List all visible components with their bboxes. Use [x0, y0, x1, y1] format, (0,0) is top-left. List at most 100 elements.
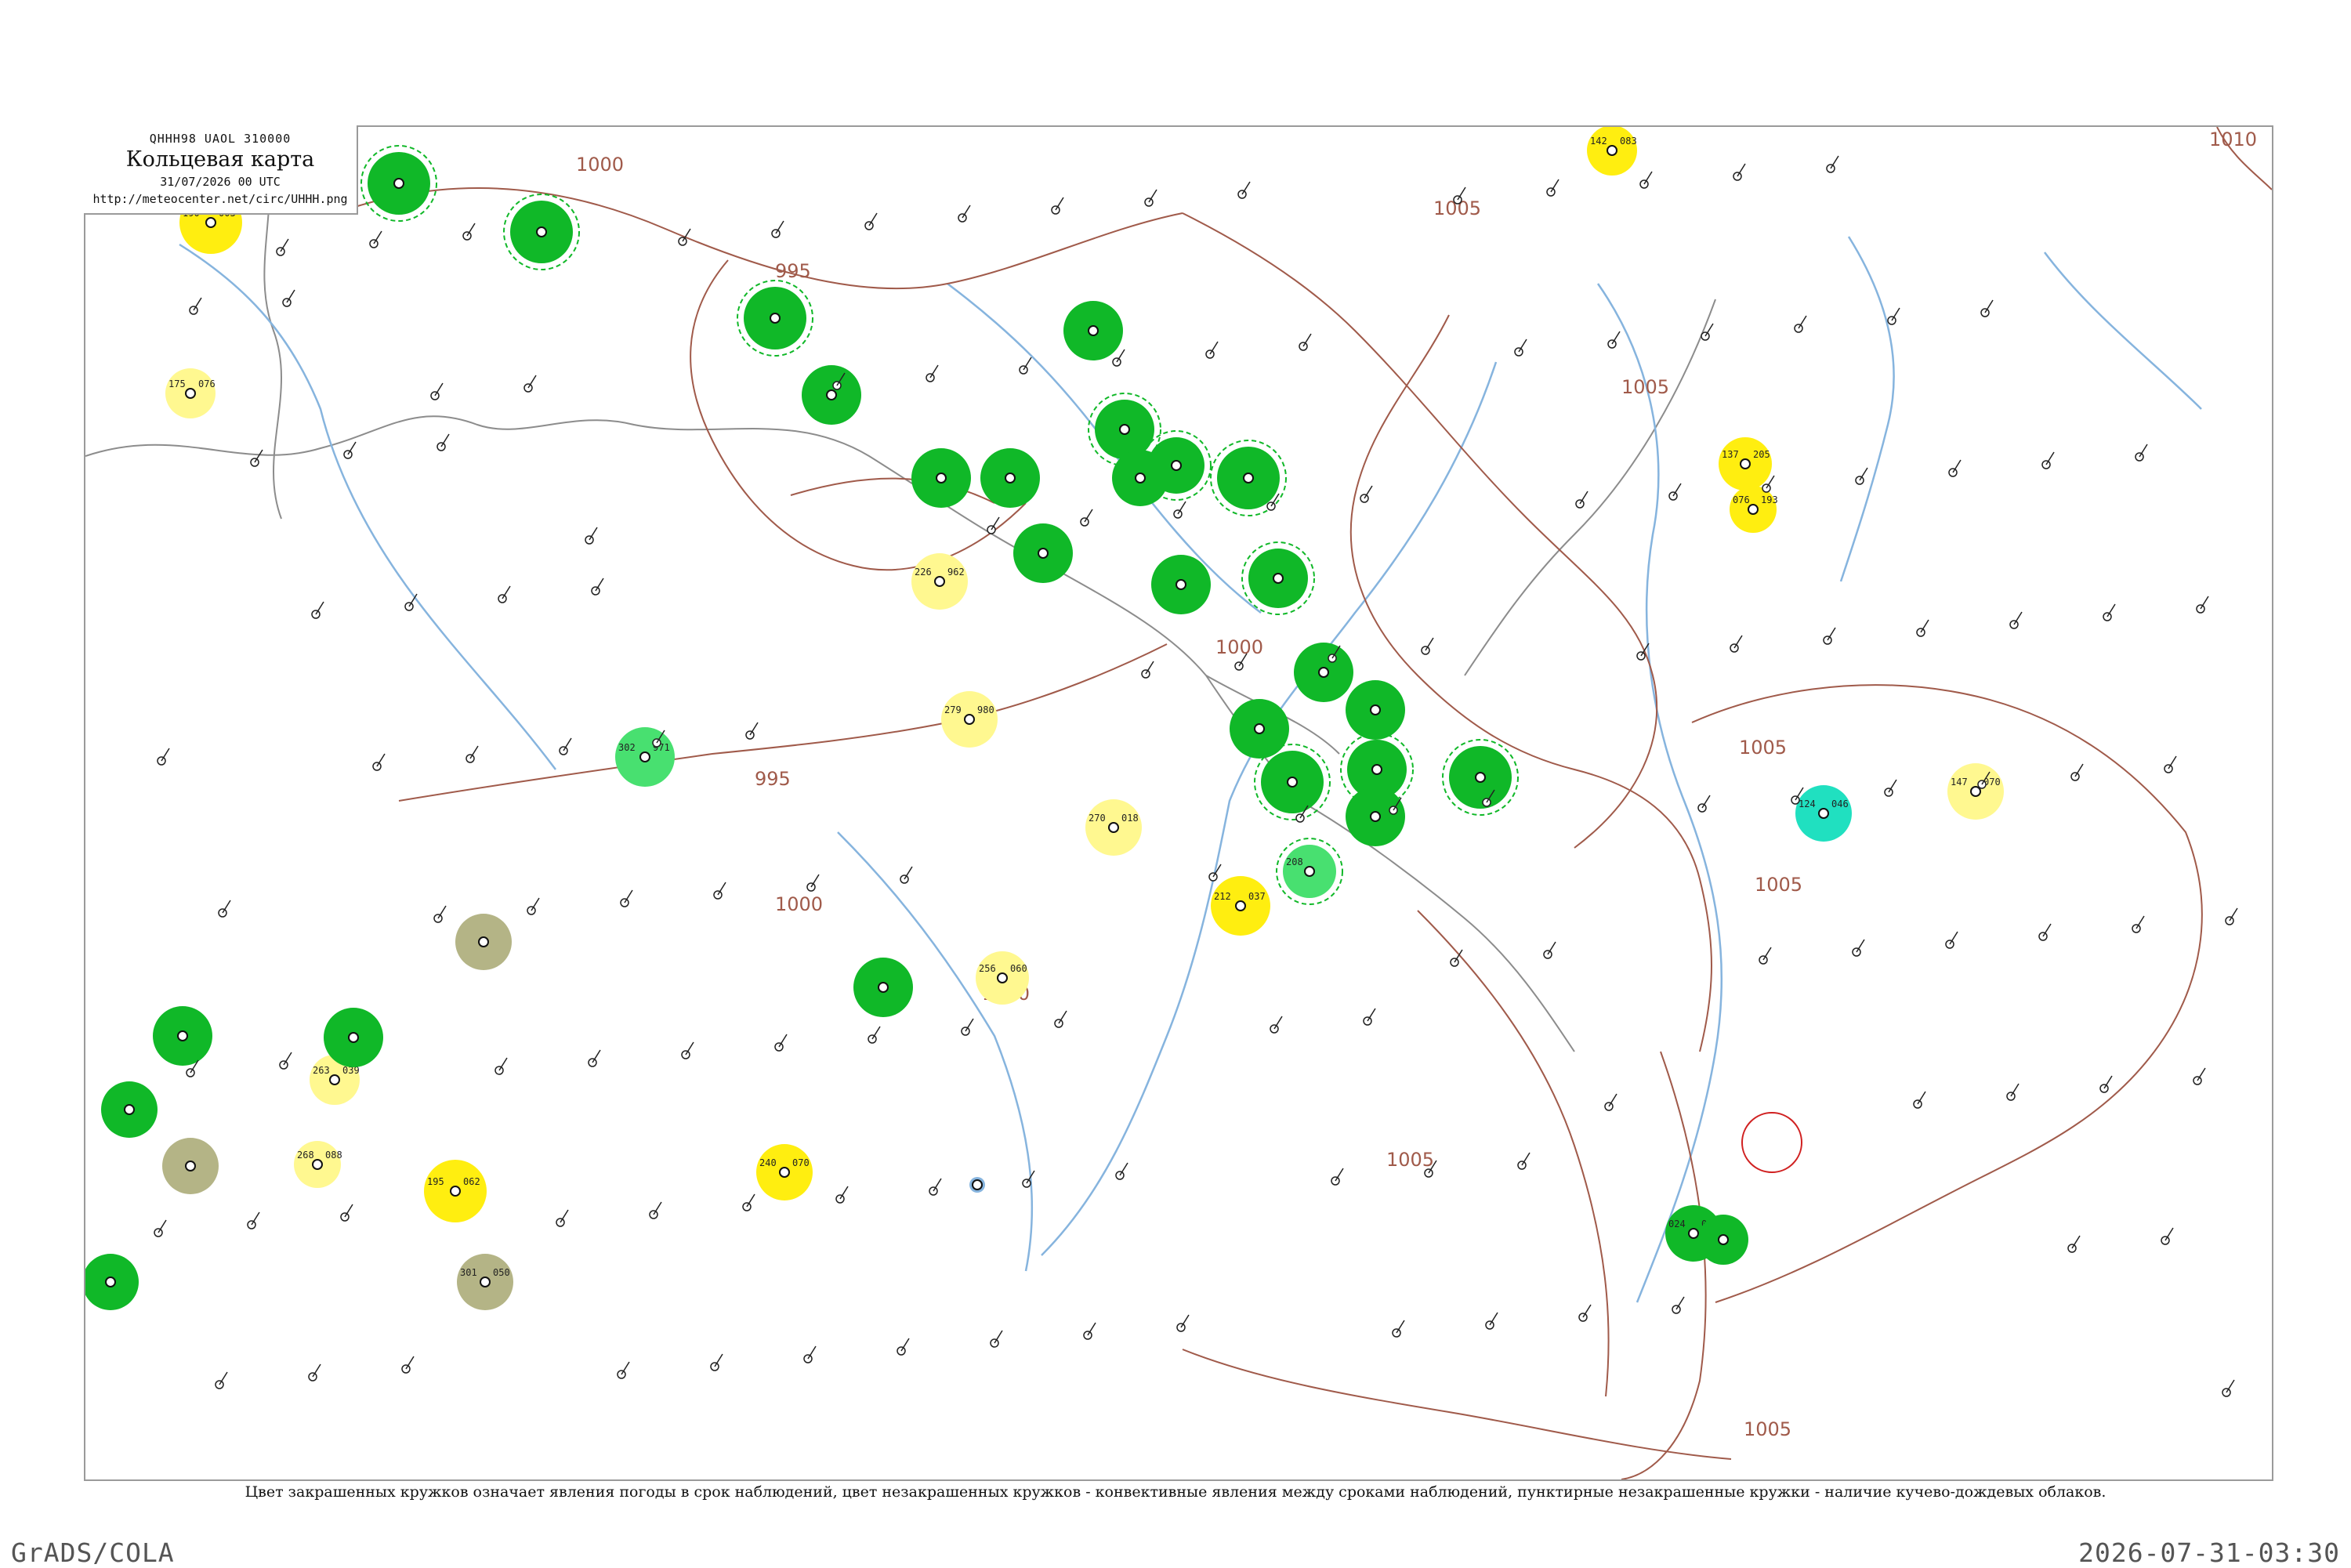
station-pressure-label: 240 [759, 1157, 777, 1168]
station-tendency-label: 980 [977, 704, 994, 715]
station-cloud-cover-icon [1818, 808, 1829, 819]
isobar-label: 1005 [1386, 1149, 1434, 1171]
station-cloud-cover-icon [972, 1179, 983, 1190]
station-cloud-cover-icon [536, 226, 547, 237]
station-cloud-cover-icon [1254, 723, 1265, 734]
station-pressure-label: 195 [427, 1176, 444, 1187]
station-pressure-label: 301 [460, 1267, 477, 1278]
isobar-label: 1005 [1755, 874, 1802, 896]
isobar-label: 1010 [2209, 129, 2257, 150]
station-cloud-cover-icon [450, 1186, 461, 1197]
legend-caption: Цвет закрашенных кружков означает явлени… [245, 1483, 2106, 1501]
station-cloud-cover-icon [1370, 704, 1381, 715]
station-cloud-cover-icon [997, 972, 1008, 983]
station-cloud-cover-icon [770, 313, 781, 324]
station-pressure-label: 024 [1668, 1219, 1686, 1229]
station-tendency-label: 018 [1121, 813, 1139, 824]
station-cloud-cover-icon [1038, 548, 1049, 559]
station-tendency-label: 193 [1761, 494, 1778, 505]
map-frame: 1010 1005 1005 1005 1005 1005 1005 1005 … [84, 125, 2273, 1481]
station-pressure-label: 268 [297, 1150, 314, 1161]
station-pressure-label: 142 [1590, 136, 1607, 147]
station-cloud-cover-icon [1287, 777, 1298, 788]
station-pressure-label: 302 [618, 742, 636, 753]
isobar-label: 1000 [1215, 636, 1263, 658]
station-cloud-cover-icon [1371, 764, 1382, 775]
station-tendency-label: 076 [198, 378, 216, 389]
station-tendency-label: 050 [493, 1267, 510, 1278]
station-cloud-cover-icon [1688, 1228, 1699, 1239]
station-pressure-label: 147 [1951, 777, 1968, 788]
station-cloud-cover-icon [478, 936, 489, 947]
station-pressure-label: 076 [1733, 494, 1750, 505]
station-pressure-label: 124 [1799, 798, 1816, 809]
station-cloud-cover-icon [480, 1276, 491, 1287]
isobar-label: 1005 [1739, 737, 1787, 759]
station-cloud-cover-icon [205, 217, 216, 228]
station-pressure-label: 270 [1089, 813, 1106, 824]
station-cloud-cover-icon [1135, 473, 1146, 483]
station-tendency-label: 083 [1620, 136, 1637, 147]
station-circles: 1420831900031372050761931470701750762630… [85, 127, 2238, 1397]
station-cloud-cover-icon [1088, 325, 1099, 336]
isobar-label: 1005 [1744, 1418, 1791, 1440]
country-borders [85, 127, 1716, 1052]
station-cloud-cover-icon [639, 751, 650, 762]
station-cloud-cover-icon [934, 576, 945, 587]
station-pressure-label: 212 [1214, 891, 1231, 902]
station-pressure-label: 226 [915, 567, 932, 578]
isobar-label: 1005 [1621, 376, 1669, 398]
station-cloud-cover-icon [1748, 504, 1759, 515]
isobar-label: 1000 [576, 154, 624, 176]
station-tendency-label: 062 [463, 1176, 480, 1187]
station-cloud-cover-icon [1740, 458, 1751, 469]
station-cloud-cover-icon [1318, 667, 1329, 678]
station-tendency-label: 046 [1831, 798, 1849, 809]
station-cloud-cover-icon [1718, 1234, 1729, 1245]
station-tendency-label: 037 [1248, 891, 1266, 902]
station-cloud-cover-icon [105, 1276, 116, 1287]
station-cloud-cover-icon [964, 714, 975, 725]
station-pressure-label: 279 [944, 704, 962, 715]
station-cloud-cover-icon [1370, 811, 1381, 822]
station-cloud-cover-icon [1273, 573, 1284, 584]
station-cloud-cover-icon [1171, 460, 1182, 471]
isobar-label: 995 [775, 260, 811, 282]
grads-credit: GrADS/COLA [11, 1537, 175, 1568]
station-cloud-cover-icon [124, 1104, 135, 1115]
station-cloud-cover-icon [878, 982, 889, 993]
station-cloud-cover-icon [936, 473, 947, 483]
station-cloud-cover-icon [312, 1159, 323, 1170]
station-cloud-cover-icon [826, 389, 837, 400]
station-cloud-cover-icon [329, 1074, 340, 1085]
station-cloud-cover-icon [185, 1161, 196, 1171]
station-cloud-cover-icon [1119, 424, 1130, 435]
station-cloud-cover-icon [1243, 473, 1254, 483]
map-header: QHHH98 UAOL 310000 Кольцевая карта 31/07… [84, 125, 358, 215]
station-tendency-label: 962 [947, 567, 965, 578]
station-cloud-cover-icon [1475, 772, 1486, 783]
station-cloud-cover-icon [1304, 866, 1315, 877]
station-cloud-cover-icon [185, 388, 196, 399]
station-tendency-label: 205 [1753, 449, 1770, 460]
station-pressure-label: 263 [313, 1065, 330, 1076]
isobar-labels: 1010 1005 1005 1005 1005 1005 1005 1005 … [576, 129, 2257, 1440]
source-url: http://meteocenter.net/circ/UHHH.png [92, 192, 348, 206]
render-timestamp: 2026-07-31-03:30 [2078, 1537, 2340, 1568]
isobar-label: 995 [755, 768, 791, 790]
rivers [179, 236, 2202, 1303]
station-cloud-cover-icon [1607, 145, 1617, 156]
thunderstorm-ring [1741, 1112, 1802, 1173]
station-pressure-label: 208 [1286, 856, 1303, 867]
map-title: Кольцевая карта [125, 147, 315, 172]
isobar-label: 1000 [775, 893, 823, 915]
station-cloud-cover-icon [1176, 579, 1186, 590]
station-cloud-cover-icon [1108, 822, 1119, 833]
synoptic-map: 1010 1005 1005 1005 1005 1005 1005 1005 … [85, 127, 2272, 1479]
station-pressure-label: 175 [168, 378, 186, 389]
station-cloud-cover-icon [393, 178, 404, 189]
observation-time: 31/07/2026 00 UTC [160, 175, 281, 189]
station-pressure-label: 256 [979, 963, 996, 974]
bulletin-code: QHHH98 UAOL 310000 [149, 132, 292, 146]
station-cloud-cover-icon [779, 1167, 790, 1178]
